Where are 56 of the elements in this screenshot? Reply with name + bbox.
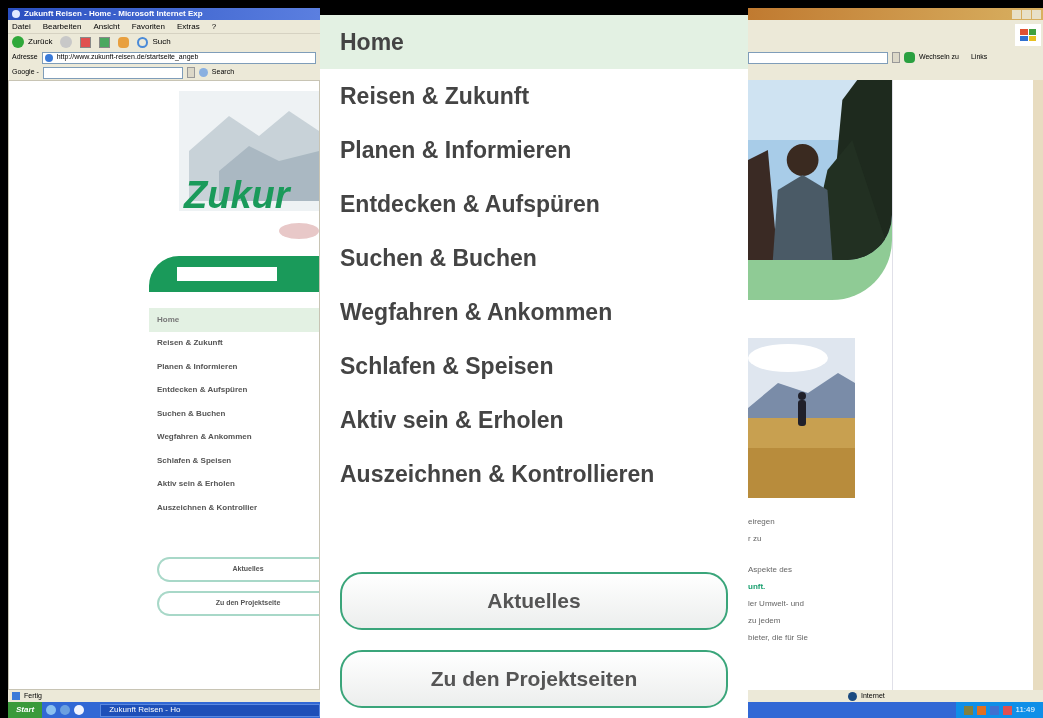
address-field[interactable] <box>748 51 888 64</box>
link-button[interactable]: Zu den Projektseiten <box>340 650 728 708</box>
quick-launch-icon[interactable] <box>46 705 57 715</box>
nav-item[interactable]: Aktiv sein & Erholen <box>149 472 319 496</box>
search-icon[interactable] <box>137 36 149 48</box>
text-link[interactable]: unft. <box>748 581 892 593</box>
windows-logo-icon <box>1015 24 1041 46</box>
page-icon <box>44 53 53 62</box>
start-button[interactable]: Start <box>8 702 43 718</box>
google-search-field[interactable] <box>42 66 183 79</box>
toolbar-search-button[interactable]: Such <box>152 36 171 48</box>
nav-item[interactable]: Schlafen & Speisen <box>149 449 319 473</box>
nav-item[interactable]: Suchen & Buchen <box>149 402 319 426</box>
text-line: Aspekte des <box>748 564 794 576</box>
scrollbar[interactable] <box>1033 80 1043 690</box>
back-button[interactable]: Zurück <box>28 36 53 48</box>
nav-item[interactable]: Reisen & Zukunft <box>149 331 319 355</box>
menu-item[interactable]: Favoriten <box>131 20 165 33</box>
home-icon[interactable] <box>118 36 130 48</box>
dropdown-icon[interactable] <box>186 67 195 78</box>
menu-item[interactable]: ? <box>211 20 217 33</box>
browser-icon <box>12 10 20 18</box>
taskbar-button[interactable]: Zukunft Reisen - Ho <box>100 703 320 717</box>
site-search-field[interactable] <box>177 267 277 281</box>
search-icon[interactable] <box>198 68 208 77</box>
nav-item[interactable]: Entdecken & Aufspüren <box>149 378 319 402</box>
quick-launch-icon[interactable] <box>74 705 85 715</box>
nav-item[interactable]: Auszeichnen & Kontrollier <box>149 496 319 520</box>
clock: 11:49 <box>1015 704 1035 716</box>
quick-launch-icon[interactable] <box>60 705 71 715</box>
forward-icon[interactable] <box>60 36 73 48</box>
close-icon[interactable] <box>1032 9 1041 19</box>
text-line: r zu <box>748 533 763 545</box>
page-icon <box>12 692 20 700</box>
text-line: eiregen <box>748 516 776 528</box>
stop-icon[interactable] <box>80 36 92 48</box>
refresh-icon[interactable] <box>99 36 111 48</box>
minimize-icon[interactable] <box>1012 9 1021 19</box>
maximize-icon[interactable] <box>1022 9 1031 19</box>
menu-item[interactable]: Datei <box>12 20 31 33</box>
go-icon[interactable] <box>904 52 915 63</box>
menu-item[interactable]: Extras <box>177 20 200 33</box>
link-button[interactable]: Aktuelles <box>340 572 728 630</box>
nav-item[interactable]: Planen & Informieren <box>149 355 319 379</box>
nav-item[interactable]: Wegfahren & Ankommen <box>149 425 319 449</box>
text-line: bieter, die für Sie <box>748 632 810 644</box>
menu-item[interactable]: Bearbeiten <box>42 20 82 33</box>
window-title: Zukunft Reisen - Home - Microsoft Internet Exp <box>24 8 203 20</box>
dropdown-icon[interactable] <box>892 52 900 63</box>
nav-item[interactable]: Home <box>320 15 748 69</box>
globe-icon <box>848 691 857 701</box>
nav-item[interactable]: Home <box>149 308 319 332</box>
text-line: ler Umwelt- und <box>748 598 805 610</box>
text-line: zu jedem <box>748 615 782 627</box>
back-icon[interactable] <box>12 36 24 48</box>
menu-item[interactable]: Ansicht <box>93 20 120 33</box>
